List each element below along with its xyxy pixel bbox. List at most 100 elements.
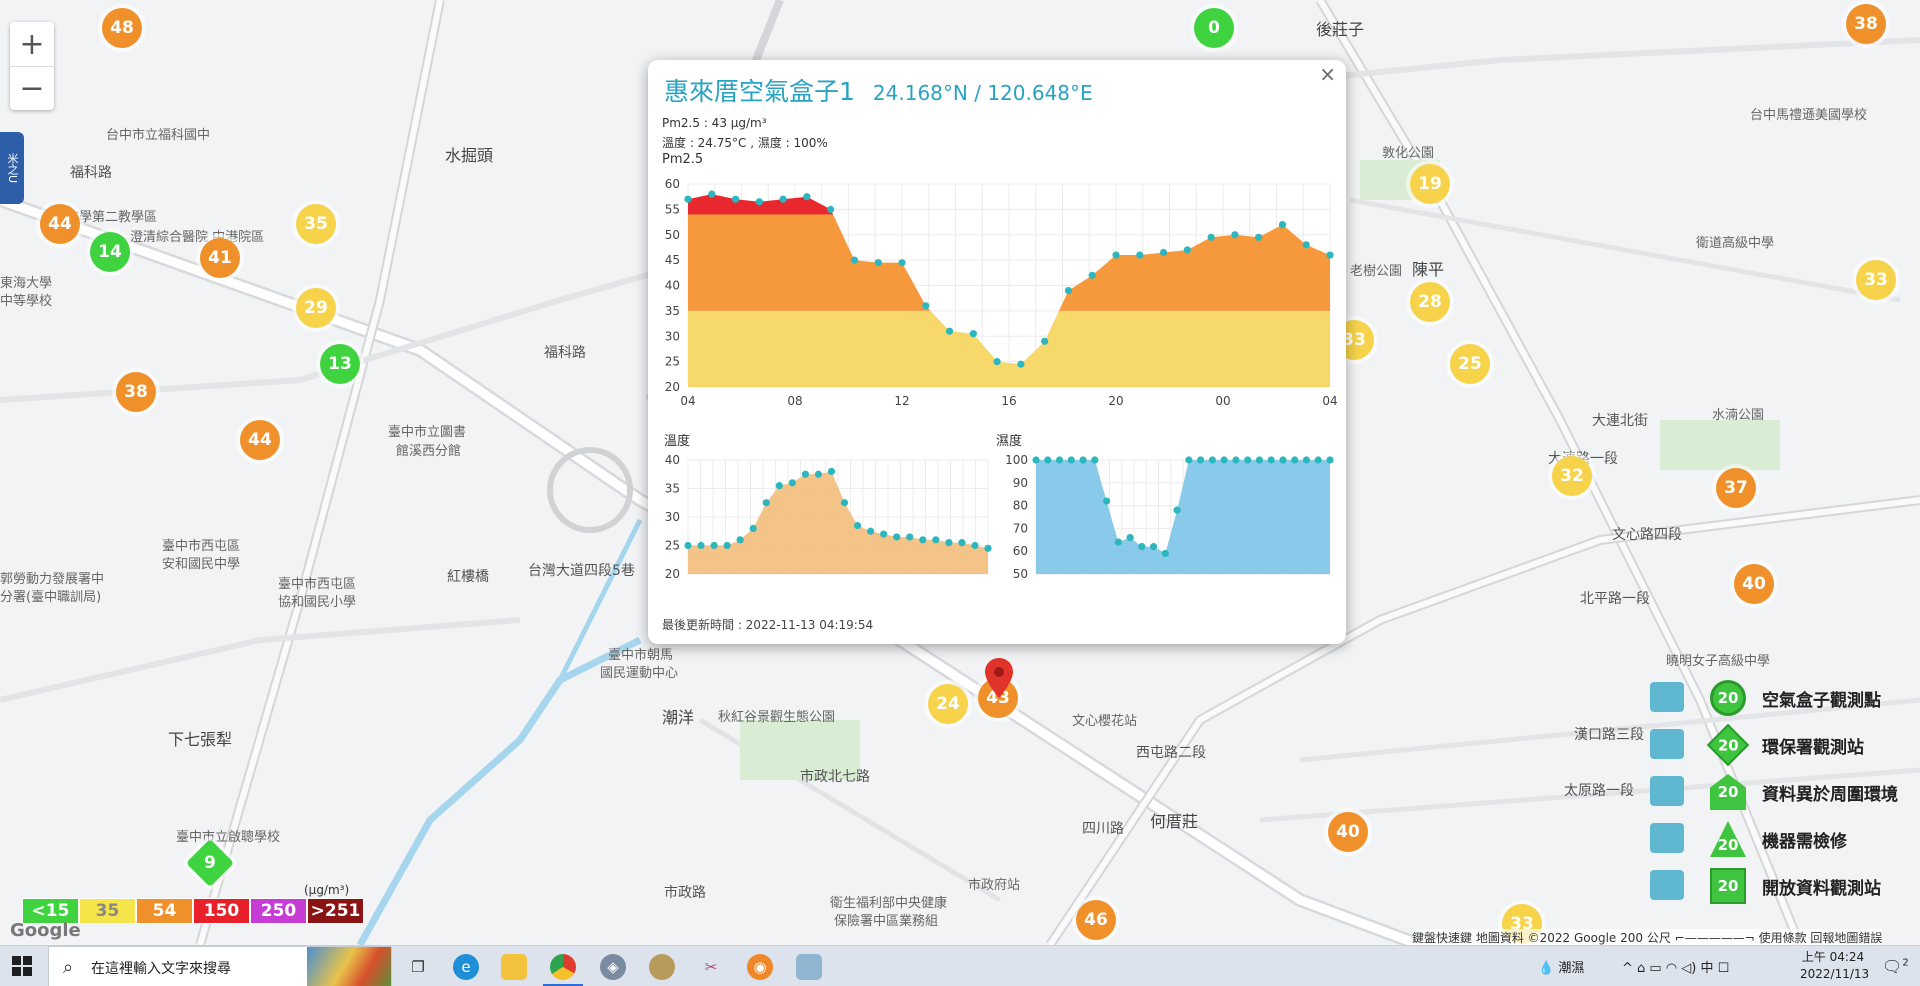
data-point xyxy=(1138,543,1146,551)
map-label: 臺中市立啟聰學校 xyxy=(176,830,281,845)
data-point xyxy=(1326,251,1334,259)
map-label: 福科路 xyxy=(70,165,112,181)
airbox-marker[interactable]: 40 xyxy=(1328,812,1368,852)
google-logo: Google xyxy=(10,920,81,941)
airbox-marker[interactable]: 24 xyxy=(928,684,968,724)
selected-location-pin[interactable] xyxy=(985,658,1013,698)
map-label: 臺中市西屯區 xyxy=(278,577,357,592)
airbox-marker-value: 40 xyxy=(1742,574,1766,594)
data-point xyxy=(1220,456,1228,464)
data-point xyxy=(1302,456,1311,464)
airbox-marker[interactable]: 28 xyxy=(1410,282,1450,322)
weather-widget[interactable]: 💧 潮濕 xyxy=(1538,957,1584,976)
map-label: 衛道高級中學 xyxy=(1696,236,1775,251)
airbox-marker[interactable]: 33 xyxy=(1856,260,1896,300)
data-point xyxy=(1232,456,1240,464)
map-label: 老樹公園 xyxy=(1350,264,1403,279)
airbox-marker-value: 48 xyxy=(110,18,134,38)
airbox-marker[interactable]: 0 xyxy=(1194,8,1234,48)
edge-browser-icon[interactable]: e xyxy=(453,954,479,980)
map-label: 臺中市西屯區 xyxy=(162,539,241,554)
close-popup-button[interactable]: × xyxy=(1319,62,1336,86)
x-tick-label: 04 xyxy=(680,394,695,408)
data-point xyxy=(1185,456,1193,464)
data-point xyxy=(1161,549,1169,558)
system-tray-icons[interactable]: ^ ⌂ ▭ ◠ ◁) 中 ☐ xyxy=(1622,957,1729,976)
airbox-marker[interactable]: 38 xyxy=(1846,4,1886,44)
pm25-reading: Pm2.5 : 43 μg/m³ xyxy=(662,116,767,130)
airbox-marker[interactable]: 46 xyxy=(1076,900,1116,940)
data-point xyxy=(919,536,927,544)
airbox-marker[interactable]: 14 xyxy=(90,232,130,272)
airbox-marker[interactable]: 41 xyxy=(200,238,240,278)
map-label: 大連北街 xyxy=(1592,413,1648,429)
data-point xyxy=(1150,543,1158,551)
map-label: 太原路一段 xyxy=(1564,783,1634,799)
data-point xyxy=(1278,221,1287,229)
task-view-icon[interactable]: ❐ xyxy=(405,954,431,980)
windows-start-icon[interactable] xyxy=(12,956,32,976)
inkscape-icon[interactable]: ✂ xyxy=(698,954,724,980)
map-label: 下七張犁 xyxy=(168,730,233,749)
airbox-marker[interactable]: 37 xyxy=(1716,468,1756,508)
map-label: 台灣大道四段5巷 xyxy=(528,563,635,579)
compass-app-icon[interactable]: ◈ xyxy=(600,954,626,980)
data-point xyxy=(1314,456,1322,464)
data-point xyxy=(853,521,862,530)
app-cube-icon[interactable] xyxy=(796,954,822,980)
zoom-in-button[interactable]: + xyxy=(10,22,54,66)
search-icon: ⌕ xyxy=(63,957,74,978)
gimp-icon[interactable] xyxy=(649,954,675,980)
airbox-marker[interactable]: 35 xyxy=(296,204,336,244)
data-point xyxy=(708,190,716,198)
airbox-marker[interactable]: 48 xyxy=(102,8,142,48)
x-tick-label: 16 xyxy=(1001,394,1016,408)
airbox-marker-value: 32 xyxy=(1560,466,1584,486)
airbox-marker[interactable]: 32 xyxy=(1552,456,1592,496)
map-label: 市政路 xyxy=(664,885,706,901)
airbox-marker[interactable]: 38 xyxy=(116,372,156,412)
humidity-icon: 💧 xyxy=(1538,961,1555,976)
map-attribution[interactable]: 鍵盤快速鍵 地圖資料 ©2022 Google 200 公尺 ⌐—————¬ 使… xyxy=(1412,929,1883,945)
chrome-browser-icon[interactable] xyxy=(550,954,576,980)
legend-marker-value: 20 xyxy=(1717,877,1739,895)
legend-type-icon xyxy=(1650,729,1684,759)
airbox-marker[interactable]: 13 xyxy=(320,344,360,384)
taskbar-clock[interactable]: 上午 04:24 2022/11/13 xyxy=(1800,949,1870,983)
y-tick-label: 25 xyxy=(665,355,680,369)
blender-icon[interactable]: ◉ xyxy=(747,954,773,980)
zoom-out-button[interactable]: − xyxy=(10,66,54,110)
airbox-marker[interactable]: 44 xyxy=(40,204,80,244)
airbox-marker[interactable]: 19 xyxy=(1410,164,1450,204)
airbox-marker[interactable]: 29 xyxy=(296,288,336,328)
map-label: 台中馬禮遜美國學校 xyxy=(1750,108,1868,123)
side-menu-tab[interactable]: 米之U xyxy=(0,132,24,204)
data-point xyxy=(840,499,849,507)
airbox-marker-value: 46 xyxy=(1084,910,1108,930)
data-point xyxy=(1067,456,1075,464)
legend-marker-value: 20 xyxy=(1717,836,1739,854)
data-point xyxy=(1208,456,1216,464)
notification-icon[interactable]: 🗨2 xyxy=(1882,957,1909,976)
notification-count: 2 xyxy=(1902,957,1909,969)
legend-marker-value: 20 xyxy=(1717,783,1739,801)
last-updated: 最後更新時間 : 2022-11-13 04:19:54 xyxy=(662,618,874,632)
data-point xyxy=(788,479,796,487)
clock-date: 2022/11/13 xyxy=(1800,967,1870,981)
airbox-marker[interactable]: 25 xyxy=(1450,344,1490,384)
data-point xyxy=(736,536,744,544)
airbox-marker-value: 19 xyxy=(1418,174,1442,194)
taskbar-search-box[interactable]: ⌕ 在這裡輸入文字來搜尋 xyxy=(48,946,392,986)
map-label: 北平路一段 xyxy=(1580,591,1650,607)
legend-label: 開放資料觀測站 xyxy=(1762,879,1881,899)
popup-title: 惠來厝空氣盒子1 24.168°N / 120.648°E xyxy=(664,72,1093,108)
airbox-marker[interactable]: 40 xyxy=(1734,564,1774,604)
airbox-marker-value: 38 xyxy=(124,382,148,402)
airbox-marker[interactable]: 44 xyxy=(240,420,280,460)
y-tick-label: 45 xyxy=(665,253,680,267)
y-tick-label: 70 xyxy=(1013,521,1028,535)
y-tick-label: 35 xyxy=(665,304,680,318)
file-explorer-icon[interactable] xyxy=(501,954,527,980)
sensor-info-popup: × 惠來厝空氣盒子1 24.168°N / 120.648°E Pm2.5 : 4… xyxy=(648,60,1346,644)
data-point xyxy=(850,256,859,264)
